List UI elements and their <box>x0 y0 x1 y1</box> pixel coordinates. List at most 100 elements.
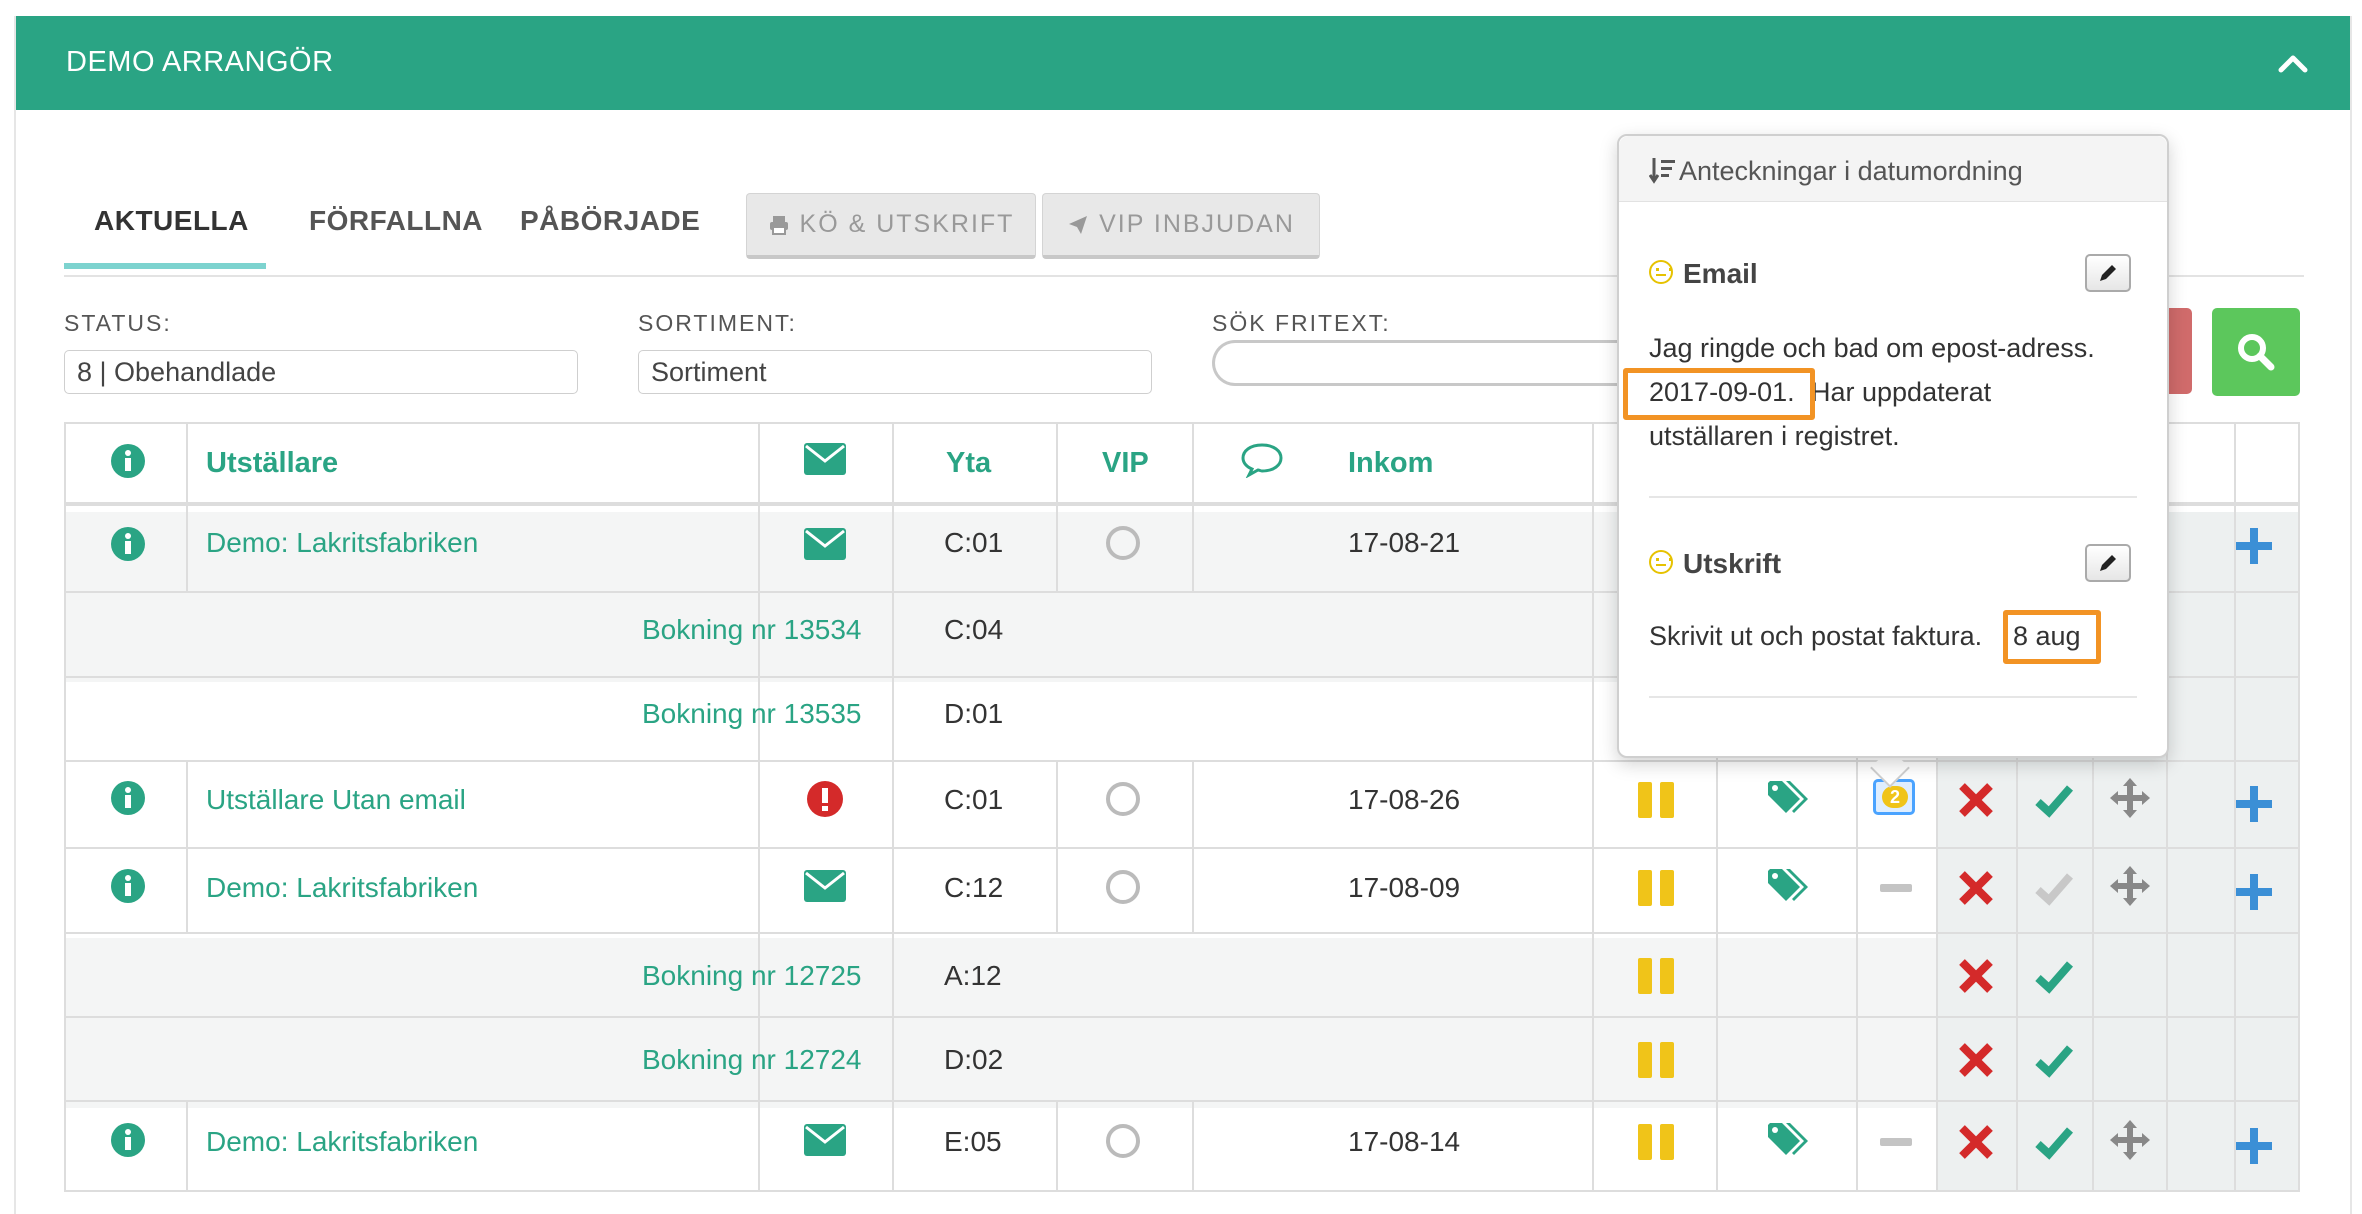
area-cell: C:01 <box>944 784 1004 815</box>
pause-icon[interactable] <box>1638 870 1674 906</box>
reject-icon[interactable] <box>1956 956 1996 996</box>
booking-link[interactable]: Bokning nr 13535 <box>642 700 862 728</box>
approve-icon[interactable] <box>2034 1122 2074 1162</box>
tab-aktuella[interactable]: AKTUELLA <box>94 205 249 237</box>
envelope-icon[interactable] <box>804 870 846 902</box>
tags-icon[interactable] <box>1766 779 1810 817</box>
received-date: 17-08-09 <box>1348 872 1461 903</box>
note-title: Email <box>1683 258 1758 289</box>
vip-radio[interactable] <box>1106 870 1140 904</box>
notes-badge[interactable]: 2 <box>1873 779 1915 815</box>
chevron-up-icon[interactable] <box>2276 46 2310 80</box>
received-date: 17-08-21 <box>1348 527 1461 558</box>
note-divider <box>1649 696 2137 698</box>
booking-link[interactable]: Bokning nr 13534 <box>642 616 862 644</box>
pencil-icon <box>2100 265 2116 281</box>
reject-icon[interactable] <box>1956 868 1996 908</box>
reject-icon[interactable] <box>1956 1122 1996 1162</box>
approve-icon[interactable] <box>2034 956 2074 996</box>
queue-print-button[interactable]: KÖ & UTSKRIFT <box>746 193 1036 259</box>
header-area[interactable]: Yta <box>946 449 991 478</box>
tags-icon[interactable] <box>1766 1121 1810 1159</box>
header-received[interactable]: Inkom <box>1348 449 1433 478</box>
area-cell: D:02 <box>944 1044 1004 1075</box>
neutral-face-icon <box>1649 260 1673 284</box>
vip-radio[interactable] <box>1106 526 1140 560</box>
info-icon <box>111 444 145 478</box>
assortment-select[interactable]: Sortiment <box>638 350 1152 394</box>
neutral-face-icon <box>1649 550 1673 574</box>
popover-header: Anteckningar i datumordning <box>1619 136 2167 202</box>
edit-note-button[interactable] <box>2085 254 2131 292</box>
panel-header[interactable]: DEMO ARRANGÖR <box>16 16 2350 110</box>
move-icon[interactable] <box>2110 866 2150 906</box>
plus-icon[interactable] <box>2234 526 2274 566</box>
move-icon[interactable] <box>2110 778 2150 818</box>
area-cell: A:12 <box>944 960 1002 991</box>
plus-icon[interactable] <box>2234 1126 2274 1166</box>
vip-radio[interactable] <box>1106 1124 1140 1158</box>
area-cell: C:04 <box>944 614 1004 645</box>
approve-icon[interactable] <box>2034 1040 2074 1080</box>
vip-radio[interactable] <box>1106 782 1140 816</box>
move-icon[interactable] <box>2110 1120 2150 1160</box>
note-text-line: utställaren i registret. <box>1649 421 1900 451</box>
info-icon[interactable] <box>110 780 146 816</box>
info-icon[interactable] <box>110 526 146 562</box>
queue-print-label: KÖ & UTSKRIFT <box>799 210 1015 238</box>
pause-icon[interactable] <box>1638 1042 1674 1078</box>
vip-invite-label: VIP INBJUDAN <box>1099 210 1295 238</box>
exclamation-icon <box>807 781 843 817</box>
booking-link[interactable]: Bokning nr 12725 <box>642 962 862 990</box>
header-vip[interactable]: VIP <box>1102 449 1149 478</box>
pause-icon[interactable] <box>1638 958 1674 994</box>
exhibitor-link[interactable]: Demo: Lakritsfabriken <box>206 1128 478 1156</box>
search-icon <box>2238 334 2275 371</box>
no-notes-icon <box>1880 884 1912 892</box>
tags-icon[interactable] <box>1766 867 1810 905</box>
reject-icon[interactable] <box>1956 1040 1996 1080</box>
envelope-icon[interactable] <box>804 528 846 560</box>
pause-icon[interactable] <box>1638 782 1674 818</box>
reject-icon[interactable] <box>1956 780 1996 820</box>
search-button[interactable] <box>2212 308 2300 396</box>
tab-paborjade[interactable]: PÅBÖRJADE <box>520 205 700 237</box>
plus-icon[interactable] <box>2234 872 2274 912</box>
sort-date-icon <box>1649 158 1675 184</box>
exhibitor-link[interactable]: Demo: Lakritsfabriken <box>206 874 478 902</box>
envelope-header-icon <box>804 443 846 475</box>
area-cell: C:01 <box>944 527 1004 558</box>
pencil-icon <box>2100 555 2116 571</box>
status-select[interactable]: 8 | Obehandlade <box>64 350 578 394</box>
exhibitor-link[interactable]: Utställare Utan email <box>206 786 466 814</box>
approve-disabled-icon <box>2035 873 2074 906</box>
tab-forfallna[interactable]: FÖRFALLNA <box>309 205 483 237</box>
vip-invite-button[interactable]: VIP INBJUDAN <box>1042 193 1320 259</box>
received-date: 17-08-26 <box>1348 784 1461 815</box>
search-input[interactable] <box>1212 340 1632 386</box>
edit-note-button[interactable] <box>2085 544 2131 582</box>
header-exhibitor[interactable]: Utställare <box>206 449 338 478</box>
print-icon <box>769 215 788 235</box>
popover-title: Anteckningar i datumordning <box>1679 156 2023 186</box>
envelope-icon[interactable] <box>804 1124 846 1156</box>
note-text-line: Har uppdaterat <box>1811 377 1992 407</box>
date-highlight <box>1623 368 1815 420</box>
info-icon[interactable] <box>110 868 146 904</box>
search-label: SÖK FRITEXT: <box>1212 310 1391 336</box>
area-cell: D:01 <box>944 698 1004 729</box>
plus-icon[interactable] <box>2234 784 2274 824</box>
note-divider <box>1649 496 2137 498</box>
pause-icon[interactable] <box>1638 1124 1674 1160</box>
area-cell: E:05 <box>944 1126 1002 1157</box>
date-highlight <box>2003 610 2101 664</box>
comment-header-icon <box>1241 443 1283 478</box>
active-tab-indicator <box>64 263 266 269</box>
note-text-line: Jag ringde och bad om epost-adress. <box>1649 333 2095 363</box>
area-cell: C:12 <box>944 872 1004 903</box>
booking-link[interactable]: Bokning nr 12724 <box>642 1046 862 1074</box>
exhibitor-link[interactable]: Demo: Lakritsfabriken <box>206 529 478 557</box>
status-label: STATUS: <box>64 310 172 336</box>
approve-icon[interactable] <box>2034 780 2074 820</box>
info-icon[interactable] <box>110 1122 146 1158</box>
